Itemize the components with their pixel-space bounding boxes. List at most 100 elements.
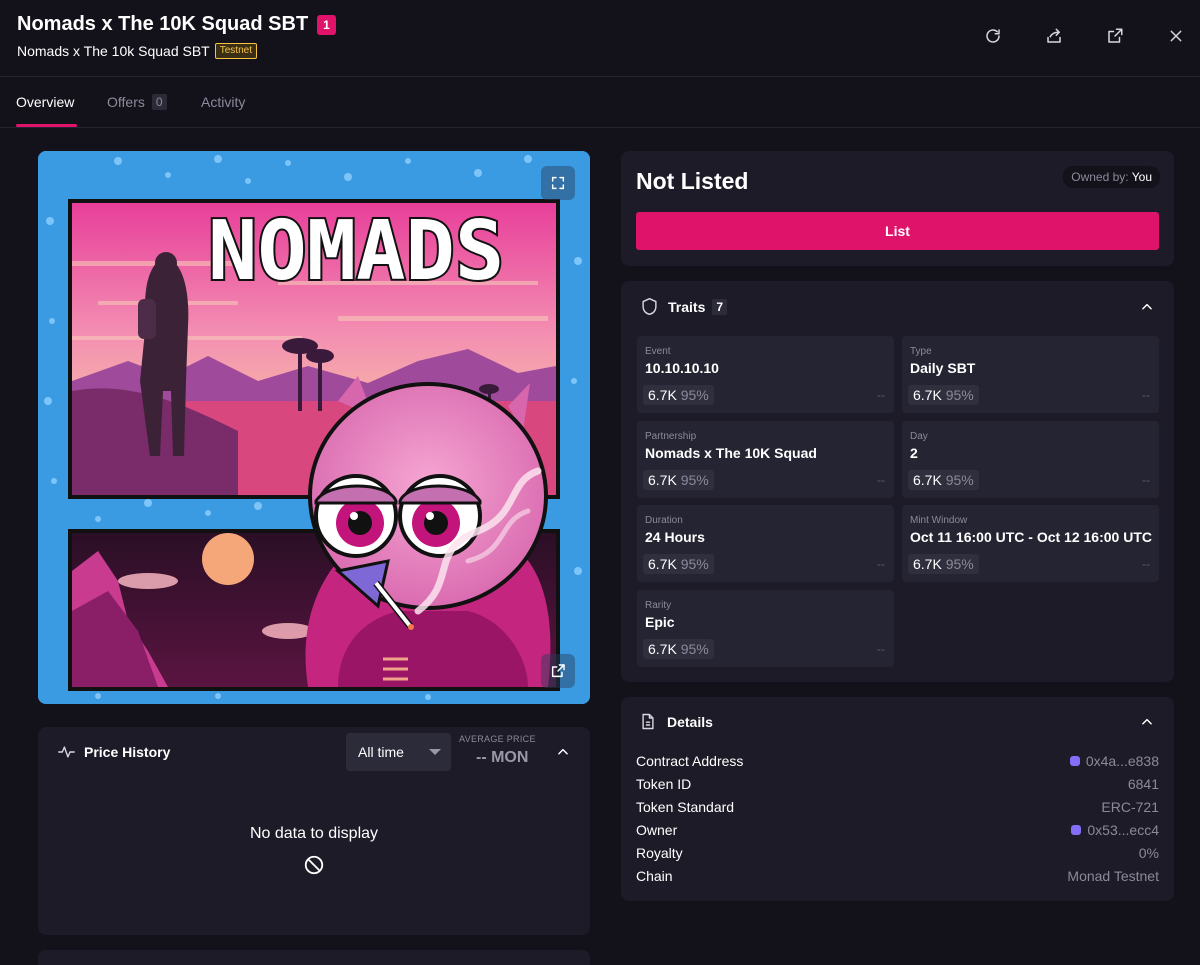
trait-percent: 95% (945, 556, 974, 572)
trait-key: Rarity (645, 600, 672, 611)
detail-row-royalty: Royalty 0% (636, 845, 1159, 861)
tab-activity[interactable]: Activity (201, 94, 245, 110)
trait-count: 6.7K 95% (643, 554, 714, 574)
chevron-up-icon[interactable] (1140, 300, 1154, 314)
price-history-title: Price History (84, 744, 171, 760)
trait-value: Nomads x The 10K Squad (645, 445, 817, 461)
close-icon[interactable] (1162, 22, 1190, 50)
trait-key: Mint Window (910, 515, 968, 526)
chevron-up-icon[interactable] (556, 745, 570, 759)
detail-key: Owner (636, 822, 678, 838)
trait-floor-price: -- (877, 557, 885, 571)
trait-percent: 95% (945, 472, 974, 488)
detail-row-token-id: Token ID 6841 (636, 776, 1159, 792)
detail-value: ERC-721 (1101, 799, 1159, 815)
share-icon[interactable] (1040, 22, 1068, 50)
chevron-down-icon (429, 749, 441, 755)
trait-percent: 95% (680, 472, 709, 488)
traits-header[interactable]: Traits 7 (641, 297, 728, 316)
average-price-value: -- MON (476, 749, 529, 766)
details-header[interactable]: Details (641, 713, 713, 730)
trait-count: 6.7K 95% (643, 639, 714, 659)
tab-offers-label: Offers (107, 94, 145, 110)
active-tab-indicator (16, 124, 77, 127)
detail-value: 6841 (1127, 776, 1159, 792)
nft-artwork: NOMADS (38, 151, 590, 704)
detail-key: Token Standard (636, 799, 735, 815)
detail-key: Contract Address (636, 753, 744, 769)
modal-header: Nomads x The 10K Squad SBT 1 Nomads x Th… (0, 0, 1200, 77)
nft-title-row: Nomads x The 10K Squad SBT 1 (17, 13, 336, 36)
trait-value: Epic (645, 614, 675, 630)
time-range-value: All time (358, 744, 404, 760)
trait-count: 6.7K 95% (643, 470, 714, 490)
trait-percent: 95% (680, 387, 709, 403)
trait-count: 6.7K 95% (908, 385, 979, 405)
trait-floor-price: -- (877, 642, 885, 656)
trait-percent: 95% (680, 556, 709, 572)
trait-floor-price: -- (1142, 557, 1150, 571)
detail-key: Token ID (636, 776, 692, 792)
trait-value: 10.10.10.10 (645, 360, 719, 376)
traits-count-badge: 7 (712, 298, 728, 315)
trait-key: Day (910, 431, 928, 442)
trait-value: Oct 11 16:00 UTC - Oct 12 16:00 UTC (910, 529, 1152, 545)
count-badge: 1 (317, 14, 336, 35)
monad-icon (1069, 756, 1080, 766)
trait-key: Event (645, 346, 671, 357)
trait-card[interactable]: Event 10.10.10.10 6.7K 95% -- (637, 336, 894, 413)
time-range-select[interactable]: All time (346, 733, 451, 771)
trait-card[interactable]: Day 2 6.7K 95% -- (902, 421, 1159, 498)
chevron-up-icon[interactable] (1140, 715, 1154, 729)
trait-value: 2 (910, 445, 918, 461)
nft-image: NOMADS (38, 151, 590, 704)
trait-card[interactable]: Partnership Nomads x The 10K Squad 6.7K … (637, 421, 894, 498)
trait-key: Duration (645, 515, 683, 526)
collection-name[interactable]: Nomads x The 10k Squad SBT (17, 43, 210, 59)
activity-line-icon (58, 746, 75, 758)
trait-value: Daily SBT (910, 360, 976, 376)
external-link-icon[interactable] (1101, 22, 1129, 50)
detail-row-token-standard: Token Standard ERC-721 (636, 799, 1159, 815)
details-title: Details (667, 713, 713, 730)
tab-activity-label: Activity (201, 94, 246, 110)
trait-card[interactable]: Type Daily SBT 6.7K 95% -- (902, 336, 1159, 413)
tab-bar: Overview Offers 0 Activity (0, 77, 1200, 128)
trait-count: 6.7K 95% (908, 554, 979, 574)
trait-count: 6.7K 95% (643, 385, 714, 405)
traits-title: Traits (668, 298, 706, 315)
tab-offers[interactable]: Offers 0 (107, 94, 167, 110)
traits-panel: Traits 7 Event 10.10.10.10 6.7K 95% -- T… (621, 281, 1174, 682)
nft-title: Nomads x The 10K Squad SBT (17, 13, 309, 35)
trait-card[interactable]: Mint Window Oct 11 16:00 UTC - Oct 12 16… (902, 505, 1159, 582)
list-button[interactable]: List (636, 212, 1159, 250)
offers-count-badge: 0 (151, 94, 167, 110)
tab-overview[interactable]: Overview (16, 94, 74, 110)
detail-value[interactable]: 0x4a...e838 (1069, 753, 1159, 769)
trait-card[interactable]: Duration 24 Hours 6.7K 95% -- (637, 505, 894, 582)
detail-value[interactable]: 0x53...ecc4 (1071, 822, 1159, 838)
open-external-icon[interactable] (541, 654, 575, 688)
trait-key: Partnership (645, 431, 697, 442)
price-history-header[interactable]: Price History (58, 744, 170, 760)
trait-count-value: 6.7K (913, 472, 942, 488)
trait-value: 24 Hours (645, 529, 705, 545)
details-panel: Details Contract Address 0x4a...e838 Tok… (621, 697, 1174, 901)
trait-count-value: 6.7K (648, 472, 677, 488)
detail-row-chain: Chain Monad Testnet (636, 868, 1159, 884)
empty-state-text: No data to display (249, 825, 379, 842)
listing-status: Not Listed (636, 168, 749, 194)
refresh-icon[interactable] (979, 22, 1007, 50)
fullscreen-icon[interactable] (541, 166, 575, 200)
owned-by-label: Owned by: (1071, 170, 1129, 184)
no-data-icon (304, 855, 324, 875)
trait-count-value: 6.7K (913, 556, 942, 572)
trait-card[interactable]: Rarity Epic 6.7K 95% -- (637, 590, 894, 667)
monad-icon (1071, 825, 1082, 835)
trait-count-value: 6.7K (648, 387, 677, 403)
trait-floor-price: -- (1142, 388, 1150, 402)
price-history-panel: Price History All time AVERAGE PRICE -- … (38, 727, 590, 935)
header-actions (946, 22, 1190, 50)
owned-by-pill: Owned by: You (1063, 166, 1160, 188)
testnet-badge: Testnet (214, 43, 257, 59)
